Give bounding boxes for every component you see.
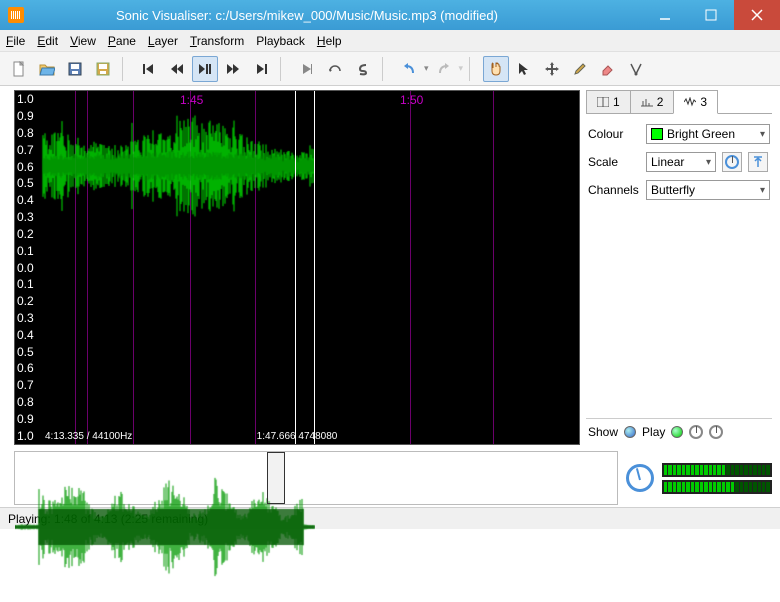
ffwd-end-button[interactable] [248,56,274,82]
normalize-button[interactable] [748,152,768,172]
menu-transform[interactable]: Transform [190,34,244,48]
show-toggle[interactable] [624,426,636,438]
scale-label: Scale [588,155,640,169]
maximize-button[interactable] [688,0,734,30]
playback-speed-dial[interactable] [626,464,654,492]
pan-dial[interactable] [689,425,703,439]
erase-tool-button[interactable] [595,56,621,82]
channels-label: Channels [588,183,640,197]
menu-playback[interactable]: Playback [256,34,305,48]
rewind-button[interactable] [164,56,190,82]
play-toggle[interactable] [671,426,683,438]
window-title: Sonic Visualiser: c:/Users/mikew_000/Mus… [0,8,642,23]
rewind-start-button[interactable] [136,56,162,82]
menu-file[interactable]: File [6,34,25,48]
level-meters [662,463,772,494]
navigate-tool-button[interactable] [483,56,509,82]
close-button[interactable] [734,0,780,30]
colour-label: Colour [588,127,640,141]
time-marker-2: 1:50 [400,93,423,107]
layer-tab-2[interactable]: 2 [630,90,675,113]
measure-tool-button[interactable] [623,56,649,82]
waveform-canvas [15,91,315,241]
gain-dial[interactable] [709,425,723,439]
select-tool-button[interactable] [511,56,537,82]
show-label: Show [588,425,618,439]
menu-view[interactable]: View [70,34,96,48]
play-loop-button[interactable] [322,56,348,82]
layer-tab-1[interactable]: 1 [586,90,631,113]
colour-swatch-icon [651,128,663,140]
redo-button[interactable] [431,56,457,82]
level-meter-right [662,480,772,494]
app-icon [8,7,24,23]
waveform-pane[interactable]: 1.00.90.80.70.60.50.40.30.20.10.00.10.20… [14,90,580,445]
undo-button[interactable] [396,56,422,82]
save-as-button[interactable] [90,56,116,82]
channels-combo[interactable]: Butterfly [646,180,770,200]
menu-help[interactable]: Help [317,34,342,48]
toolbar: ▾ ▾ [0,52,780,86]
play-selection-button[interactable] [294,56,320,82]
properties-panel: 1 2 3 Colour Bright Green Scale Linear C… [580,86,780,445]
gain-dial-button[interactable] [722,152,742,172]
new-button[interactable] [6,56,32,82]
wave-info-left: 4:13.335 / 44100Hz [45,431,132,442]
menu-edit[interactable]: Edit [37,34,58,48]
menu-pane[interactable]: Pane [108,34,136,48]
menubar: File Edit View Pane Layer Transform Play… [0,30,780,52]
titlebar: Sonic Visualiser: c:/Users/mikew_000/Mus… [0,0,780,30]
move-tool-button[interactable] [539,56,565,82]
colour-combo[interactable]: Bright Green [646,124,770,144]
overview-pane[interactable] [14,451,618,505]
layer-tab-3[interactable]: 3 [673,90,718,114]
play-solo-button[interactable] [350,56,376,82]
overview-window[interactable] [267,452,285,504]
open-button[interactable] [34,56,60,82]
minimize-button[interactable] [642,0,688,30]
save-button[interactable] [62,56,88,82]
ffwd-button[interactable] [220,56,246,82]
level-meter-left [662,463,772,477]
play-label: Play [642,425,665,439]
menu-layer[interactable]: Layer [148,34,178,48]
wave-info-center: 1:47.666 4748080 [257,431,338,442]
scale-combo[interactable]: Linear [646,152,716,172]
play-pause-button[interactable] [192,56,218,82]
edit-tool-button[interactable] [567,56,593,82]
